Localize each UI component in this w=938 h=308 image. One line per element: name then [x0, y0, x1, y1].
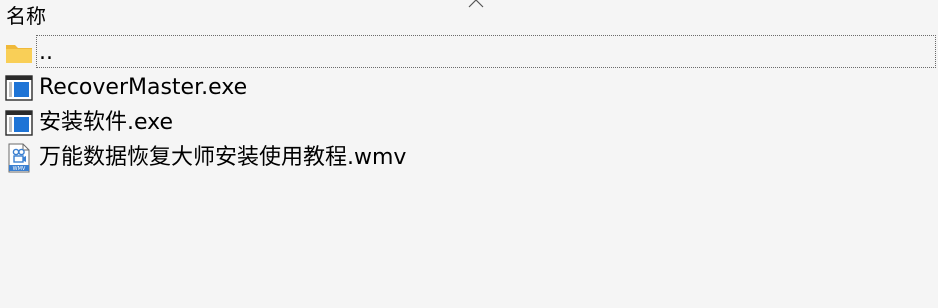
wmv-video-icon: WMV	[4, 143, 34, 172]
file-row-parent-folder[interactable]: ..	[0, 35, 938, 70]
column-header-bar: 名称	[0, 0, 938, 34]
file-name: RecoverMaster.exe	[39, 74, 248, 100]
file-name: 安装软件.exe	[39, 109, 174, 135]
file-name: 万能数据恢复大师安装使用教程.wmv	[39, 144, 407, 170]
file-row-tutorial-video[interactable]: WMV 万能数据恢复大师安装使用教程.wmv	[0, 140, 938, 175]
sort-chevron-up-icon[interactable]	[467, 0, 485, 8]
file-list: .. RecoverMaster.exe 安装软件.exe WMV 万能数据恢复…	[0, 35, 938, 175]
exe-icon	[4, 109, 34, 137]
folder-icon	[4, 39, 34, 67]
file-name: ..	[39, 39, 53, 65]
selection-focus-box	[36, 35, 936, 68]
svg-text:WMV: WMV	[13, 166, 26, 172]
column-header-name[interactable]: 名称	[6, 3, 46, 29]
exe-icon	[4, 74, 34, 102]
file-row-installer[interactable]: 安装软件.exe	[0, 105, 938, 140]
file-row-recovermaster[interactable]: RecoverMaster.exe	[0, 70, 938, 105]
